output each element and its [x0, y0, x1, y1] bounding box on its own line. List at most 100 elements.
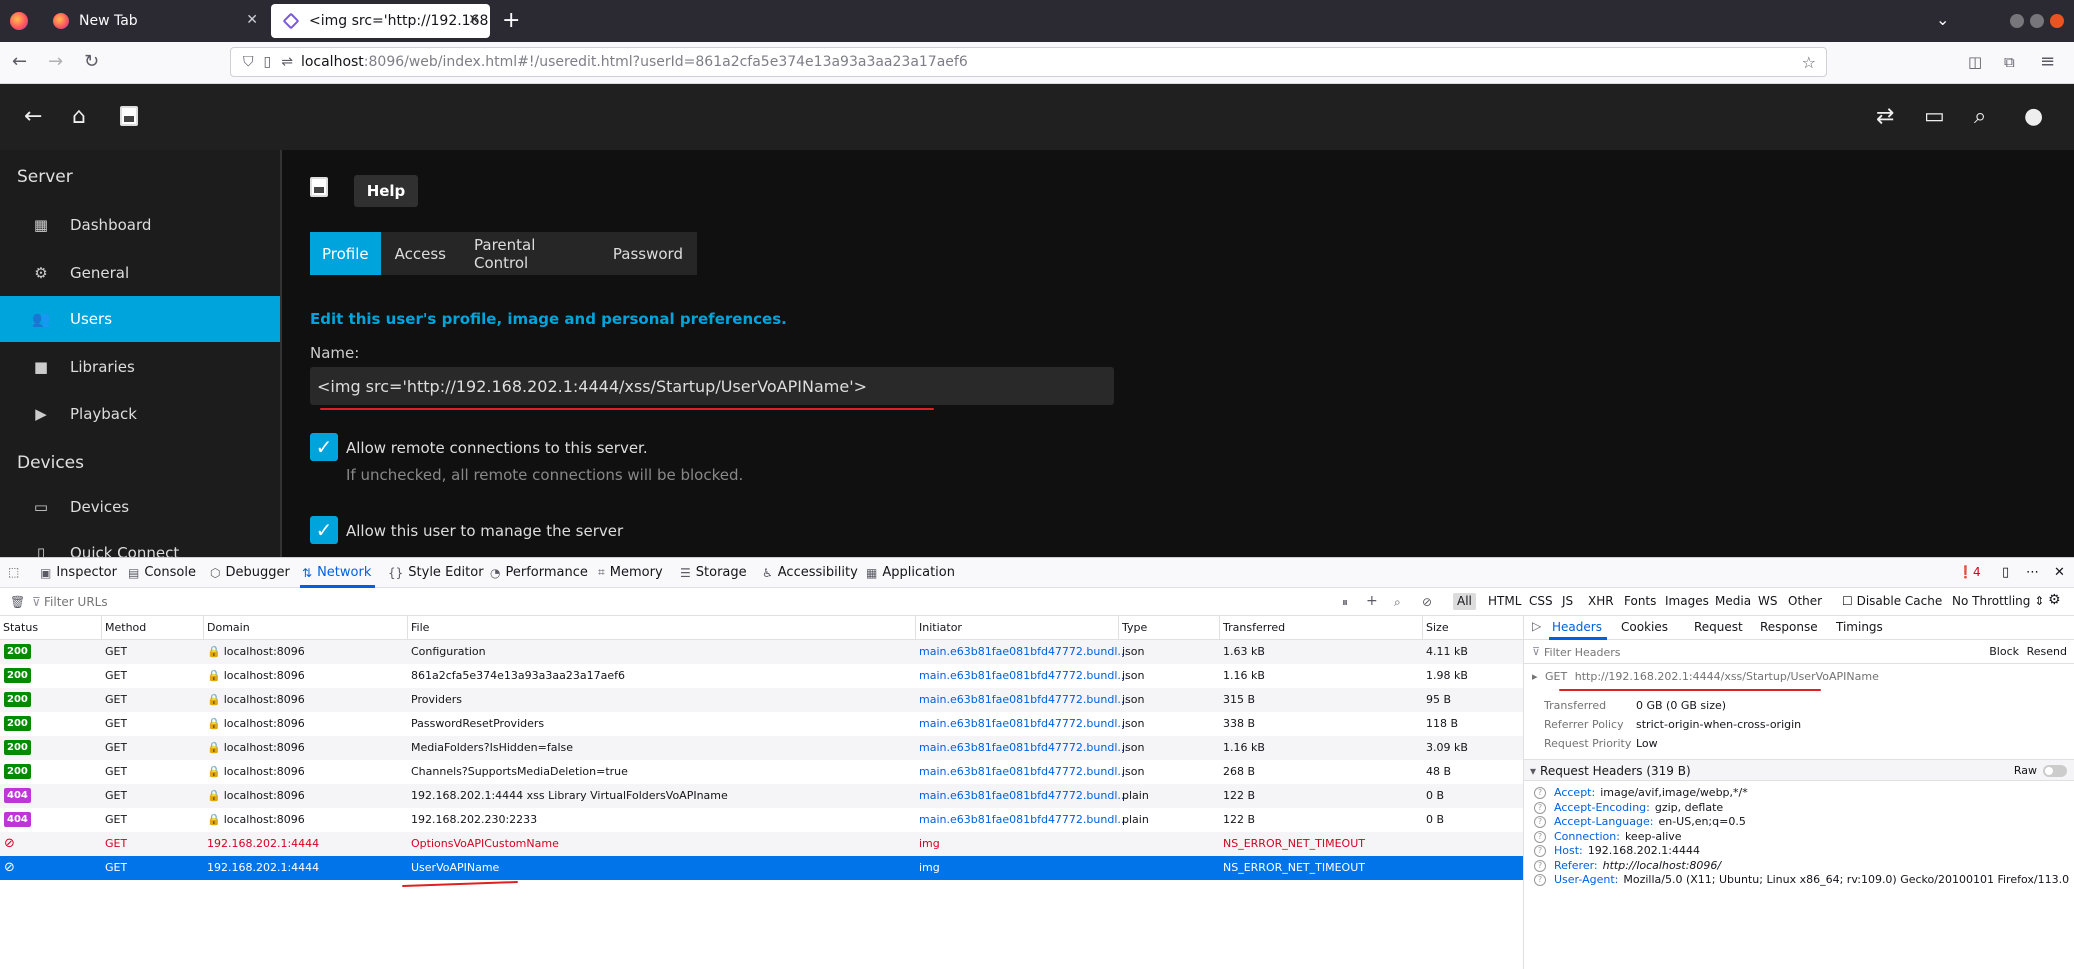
filter-ws[interactable]: WS [1758, 594, 1777, 608]
column-header-initiator[interactable]: Initiator [915, 616, 1118, 640]
table-row[interactable]: 404 GET 🔒 localhost:8096 192.168.202.1:4444 … [0, 784, 1523, 808]
maximize-window-icon[interactable] [2030, 14, 2044, 28]
profile-description-link[interactable]: Edit this user's profile, image and pers… [310, 310, 787, 328]
pause-icon[interactable]: ⏸ [1342, 595, 1348, 610]
filter-css[interactable]: CSS [1529, 594, 1553, 608]
trash-icon[interactable]: 🗑 [10, 595, 25, 609]
disable-cache-checkbox[interactable]: ☐ Disable Cache [1842, 594, 1942, 608]
column-header-type[interactable]: Type [1118, 616, 1219, 640]
tab-useredit[interactable]: <img src='http://192.168 ✕ [271, 4, 490, 38]
throttling-select[interactable]: No Throttling ⇕ [1952, 594, 2044, 608]
user-image-icon[interactable] [120, 106, 138, 132]
filter-html[interactable]: HTML [1488, 594, 1521, 608]
tab-access[interactable]: Access [381, 232, 460, 275]
user-icon[interactable]: ● [2024, 104, 2043, 129]
more-options-icon[interactable]: ⋯ [2026, 565, 2039, 580]
help-question-icon[interactable]: ? [1534, 845, 1546, 857]
help-question-icon[interactable]: ? [1534, 874, 1546, 886]
column-header-method[interactable]: Method [101, 616, 203, 640]
tab-timings[interactable]: Timings [1836, 620, 1883, 634]
close-tab-icon[interactable]: ✕ [246, 12, 258, 28]
name-input[interactable] [310, 367, 1114, 405]
column-header-domain[interactable]: Domain [203, 616, 407, 640]
user-avatar-broken-image-icon[interactable] [310, 177, 328, 201]
help-question-icon[interactable]: ? [1534, 787, 1546, 799]
table-row[interactable]: 200 GET 🔒 localhost:8096 Channels?SupportsMe… [0, 760, 1523, 784]
tab-parental-control[interactable]: Parental Control [460, 232, 599, 275]
sidebar-item-users[interactable]: 👥 Users [0, 296, 280, 342]
filter-headers-input[interactable] [1544, 643, 1844, 661]
minimize-window-icon[interactable] [2010, 14, 2024, 28]
menu-hamburger-icon[interactable]: ≡ [2040, 51, 2055, 72]
block-urls-icon[interactable]: ⊘ [1422, 595, 1432, 609]
pocket-icon[interactable]: ◫ [1968, 53, 1982, 71]
tab-profile[interactable]: Profile [310, 232, 381, 275]
list-all-tabs-chevron-icon[interactable]: ⌄ [1936, 10, 1949, 29]
back-arrow-icon[interactable]: ← [24, 104, 42, 129]
toggle-sidebar-icon[interactable]: ▷ [1532, 619, 1541, 633]
help-question-icon[interactable]: ? [1534, 830, 1546, 843]
block-button[interactable]: Block [1989, 645, 2019, 658]
tab-memory[interactable]: ⌗ Memory [598, 565, 663, 580]
table-row[interactable]: ⊘ GET 192.168.202.1:4444 UserVoAPIName img NS… [0, 856, 1523, 880]
search-icon[interactable]: ⌕ [1974, 104, 1986, 129]
tab-performance[interactable]: ◔ Performance [490, 565, 588, 580]
firefox-logo-icon[interactable] [10, 12, 28, 30]
tab-storage[interactable]: ☰ Storage [680, 565, 747, 580]
raw-toggle[interactable] [2043, 765, 2067, 777]
help-button[interactable]: Help [354, 175, 418, 207]
request-headers-section[interactable]: ▾ Request Headers (319 B) Raw [1524, 759, 2074, 781]
column-header-size[interactable]: Size [1422, 616, 1523, 640]
filter-js[interactable]: JS [1562, 594, 1573, 608]
tab-accessibility[interactable]: ♿ Accessibility [762, 565, 858, 580]
shield-icon[interactable]: ⛉ [243, 54, 254, 70]
table-row[interactable]: ⊘ GET 192.168.202.1:4444 OptionsVoAPICustom… [0, 832, 1523, 856]
filter-images[interactable]: Images [1665, 594, 1709, 608]
bookmark-star-icon[interactable]: ☆ [1802, 53, 1816, 72]
tab-headers[interactable]: Headers [1552, 620, 1602, 634]
tab-inspector[interactable]: ▣ Inspector [40, 565, 117, 580]
table-row[interactable]: 404 GET 🔒 localhost:8096 192.168.202.230:223… [0, 808, 1523, 832]
manage-server-checkbox[interactable]: ✓ [310, 516, 338, 544]
sidebar-item-quick-connect[interactable]: ▯ Quick Connect [0, 530, 280, 557]
filter-media[interactable]: Media [1715, 594, 1751, 608]
search-icon[interactable]: ⌕ [1394, 595, 1401, 610]
table-row[interactable]: 200 GET 🔒 localhost:8096 PasswordResetProvid… [0, 712, 1523, 736]
sidebar-item-playback[interactable]: ▶ Playback [0, 391, 280, 437]
tab-password[interactable]: Password [599, 232, 697, 275]
element-picker-icon[interactable]: ⬚ [8, 565, 24, 579]
tab-debugger[interactable]: ⬡ Debugger [210, 565, 290, 580]
close-window-icon[interactable] [2050, 14, 2064, 28]
table-row[interactable]: 200 GET 🔒 localhost:8096 Providers main.e63b8… [0, 688, 1523, 712]
cast-icon[interactable]: ▭ [1924, 104, 1945, 129]
column-header-transferred[interactable]: Transferred [1219, 616, 1422, 640]
help-question-icon[interactable]: ? [1534, 859, 1546, 872]
tab-new-tab[interactable]: New Tab ✕ [41, 4, 268, 38]
add-filter-plus-icon[interactable]: + [1366, 593, 1378, 609]
table-row[interactable]: 200 GET 🔒 localhost:8096 Configuration main.e… [0, 640, 1523, 664]
tab-request[interactable]: Request [1694, 620, 1743, 634]
error-count-badge[interactable]: ❗4 [1958, 565, 1981, 579]
extensions-icon[interactable]: ⧉ [2004, 53, 2015, 71]
tab-network[interactable]: ⇅ Network [302, 565, 371, 580]
settings-gear-icon[interactable]: ⚙ [2048, 592, 2061, 608]
column-header-file[interactable]: File [407, 616, 915, 640]
filter-all[interactable]: All [1453, 593, 1476, 610]
help-question-icon[interactable]: ? [1534, 801, 1546, 814]
filter-xhr[interactable]: XHR [1588, 594, 1614, 608]
tab-cookies[interactable]: Cookies [1621, 620, 1668, 634]
filter-other[interactable]: Other [1788, 594, 1822, 608]
forward-arrow-icon[interactable]: → [48, 51, 63, 72]
tab-application[interactable]: ▦ Application [866, 565, 955, 580]
remote-connections-checkbox[interactable]: ✓ [310, 433, 338, 461]
sidebar-item-dashboard[interactable]: ▦ Dashboard [0, 202, 280, 248]
sidebar-item-devices[interactable]: ▭ Devices [0, 484, 280, 530]
filter-fonts[interactable]: Fonts [1624, 594, 1656, 608]
table-row[interactable]: 200 GET 🔒 localhost:8096 MediaFolders?IsHidd… [0, 736, 1523, 760]
help-question-icon[interactable]: ? [1534, 816, 1546, 828]
tab-response[interactable]: Response [1760, 620, 1818, 634]
table-row[interactable]: 200 GET 🔒 localhost:8096 861a2cfa5e374e13a93… [0, 664, 1523, 688]
permissions-icon[interactable]: ⇌ [281, 54, 293, 70]
sidebar-item-libraries[interactable]: ■ Libraries [0, 344, 280, 390]
responsive-design-icon[interactable]: ▯ [2002, 565, 2009, 580]
